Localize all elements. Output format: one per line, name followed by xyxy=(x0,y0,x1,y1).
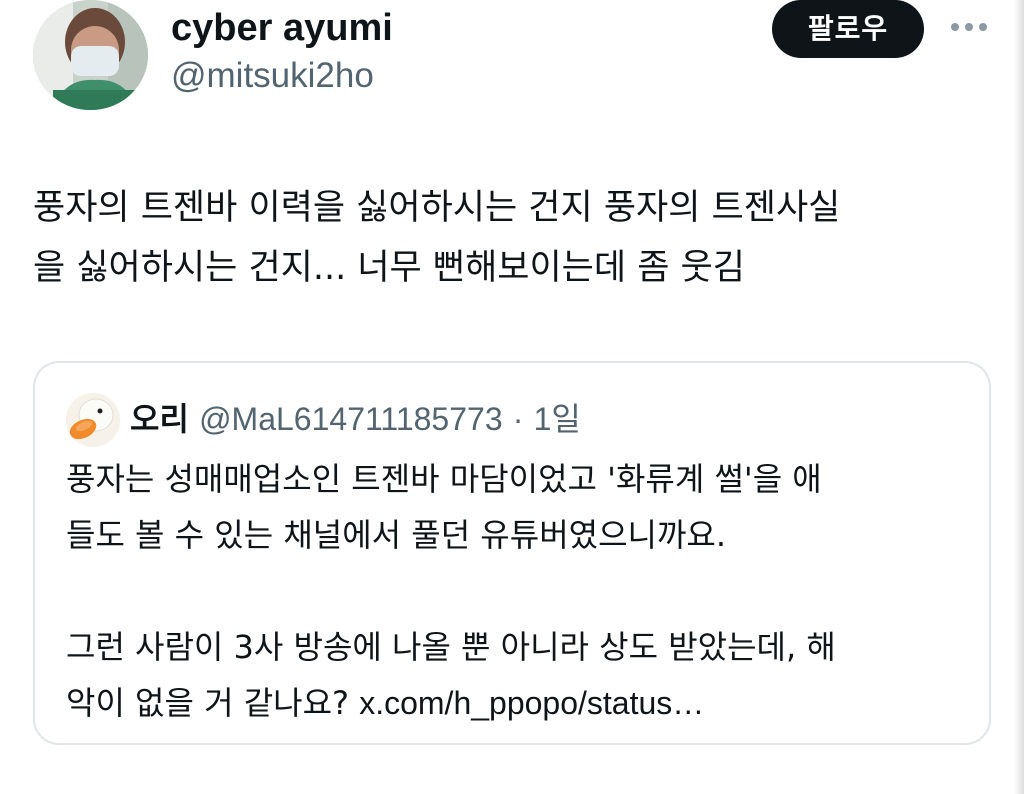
author-avatar[interactable] xyxy=(33,0,148,110)
author-handle[interactable]: @mitsuki2ho xyxy=(171,54,374,98)
quote-author-avatar[interactable] xyxy=(66,393,120,447)
quote-text-line: 풍자는 성매매업소인 트젠바 마담이었고 '화류계 썰'을 애 xyxy=(66,460,822,498)
right-edge-divider xyxy=(1014,0,1024,794)
more-horizontal-icon xyxy=(951,23,987,31)
meta-separator: · xyxy=(512,401,524,437)
quote-text-line: 그런 사람이 3사 방송에 나올 뿐 아니라 상도 받았는데, 해 xyxy=(66,628,836,666)
quote-text-line: 들도 볼 수 있는 채널에서 풀던 유튜버였으니까요. xyxy=(66,516,727,554)
tweet-text: 풍자의 트젠바 이력을 싫어하시는 건지 풍자의 트젠사실 을 싫어하시는 건지… xyxy=(33,178,999,298)
author-display-name[interactable]: cyber ayumi xyxy=(171,6,393,50)
quote-author-handle[interactable]: @MaL614711185773 xyxy=(199,401,503,437)
quote-text-line: 악이 없을 거 같나요? xyxy=(66,684,360,722)
follow-button[interactable]: 팔로우 xyxy=(772,0,924,58)
duck-avatar-icon xyxy=(66,393,120,447)
quote-text: 풍자는 성매매업소인 트젠바 마담이었고 '화류계 썰'을 애 들도 볼 수 있… xyxy=(66,451,966,731)
quoted-tweet-card[interactable]: 오리 @MaL614711185773 · 1일 풍자는 성매매업소인 트젠바 … xyxy=(33,361,991,745)
tweet-text-line: 풍자의 트젠바 이력을 싫어하시는 건지 풍자의 트젠사실 xyxy=(33,188,841,228)
more-options-button[interactable] xyxy=(947,12,991,42)
tweet-text-line: 을 싫어하시는 건지... 너무 뻔해보이는데 좀 웃김 xyxy=(33,248,745,288)
quote-link[interactable]: x.com/h_ppopo/status… xyxy=(359,685,704,721)
tweet-page: cyber ayumi @mitsuki2ho 팔로우 풍자의 트젠바 이력을 … xyxy=(0,0,1024,794)
quote-timestamp[interactable]: 1일 xyxy=(534,401,581,437)
avatar-photo-icon xyxy=(33,0,148,110)
quote-meta: 오리 @MaL614711185773 · 1일 xyxy=(130,397,581,441)
quote-author-name[interactable]: 오리 xyxy=(130,400,189,438)
